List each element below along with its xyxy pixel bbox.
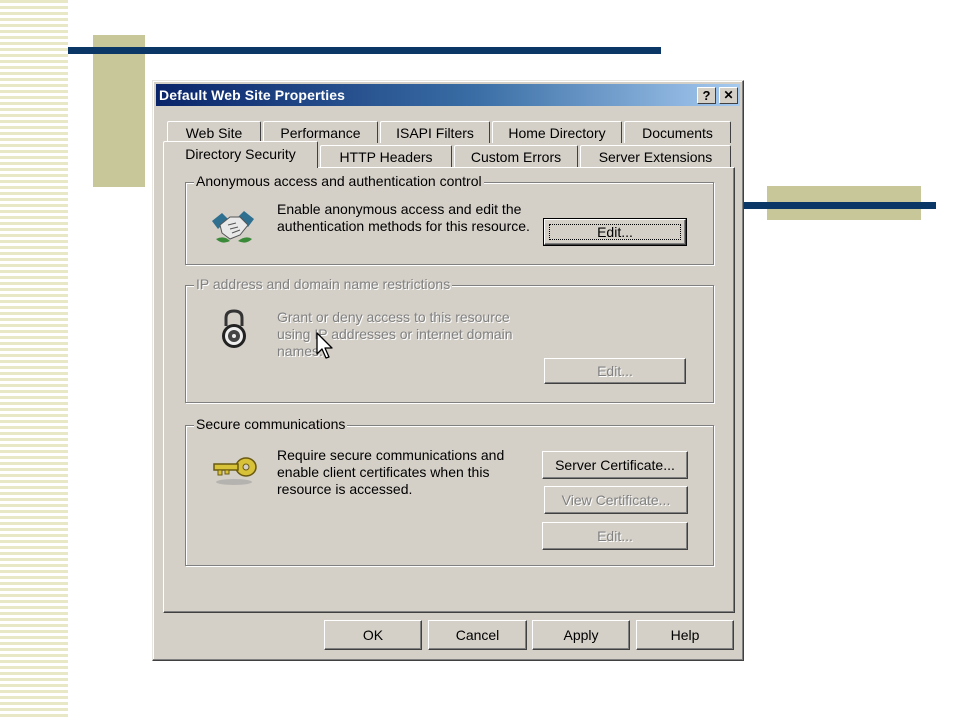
help-button[interactable]: Help: [636, 620, 734, 650]
mouse-cursor-icon: [316, 332, 333, 359]
secure-communications-group: Secure communications Require secure com…: [185, 416, 714, 566]
tab-web-site[interactable]: Web Site: [167, 121, 261, 143]
secure-communications-description: Require secure communications and enable…: [277, 447, 505, 497]
anonymous-edit-button[interactable]: Edit...: [543, 218, 687, 246]
tab-directory-security[interactable]: Directory Security: [163, 141, 318, 168]
ip-restrictions-label: IP address and domain name restrictions: [194, 276, 453, 292]
help-title-button[interactable]: ?: [697, 87, 716, 104]
tab-documents[interactable]: Documents: [624, 121, 731, 143]
properties-dialog: Default Web Site Properties ? ✕ Web Site…: [152, 80, 744, 661]
padlock-icon: [222, 309, 246, 348]
tab-isapi-filters[interactable]: ISAPI Filters: [380, 121, 490, 143]
cancel-button[interactable]: Cancel: [428, 620, 527, 650]
tab-performance[interactable]: Performance: [263, 121, 378, 143]
close-button[interactable]: ✕: [719, 87, 738, 104]
ip-restrictions-group: IP address and domain name restrictions …: [185, 276, 714, 403]
secure-communications-label: Secure communications: [194, 416, 348, 432]
tab-custom-errors[interactable]: Custom Errors: [454, 145, 578, 167]
view-certificate-button[interactable]: View Certificate...: [544, 486, 688, 514]
anonymous-access-label: Anonymous access and authentication cont…: [194, 173, 484, 189]
navy-rule-top: [68, 47, 661, 54]
striped-margin: [0, 0, 68, 720]
handshake-icon: [212, 211, 254, 243]
anonymous-access-group: Anonymous access and authentication cont…: [185, 173, 714, 265]
tab-home-directory[interactable]: Home Directory: [492, 121, 622, 143]
navy-rule-right: [744, 202, 936, 209]
tab-panel: Anonymous access and authentication cont…: [163, 167, 735, 613]
key-icon: [213, 457, 257, 485]
server-certificate-button[interactable]: Server Certificate...: [542, 451, 688, 479]
secure-edit-button[interactable]: Edit...: [542, 522, 688, 550]
title-bar[interactable]: Default Web Site Properties ? ✕: [156, 84, 740, 106]
tab-http-headers[interactable]: HTTP Headers: [320, 145, 452, 167]
olive-block-left: [93, 35, 145, 187]
ip-edit-button[interactable]: Edit...: [544, 358, 686, 384]
tab-server-extensions[interactable]: Server Extensions: [580, 145, 731, 167]
anonymous-access-description: Enable anonymous access and edit the aut…: [277, 201, 530, 234]
window-title: Default Web Site Properties: [159, 87, 346, 103]
ok-button[interactable]: OK: [324, 620, 422, 650]
apply-button[interactable]: Apply: [532, 620, 630, 650]
